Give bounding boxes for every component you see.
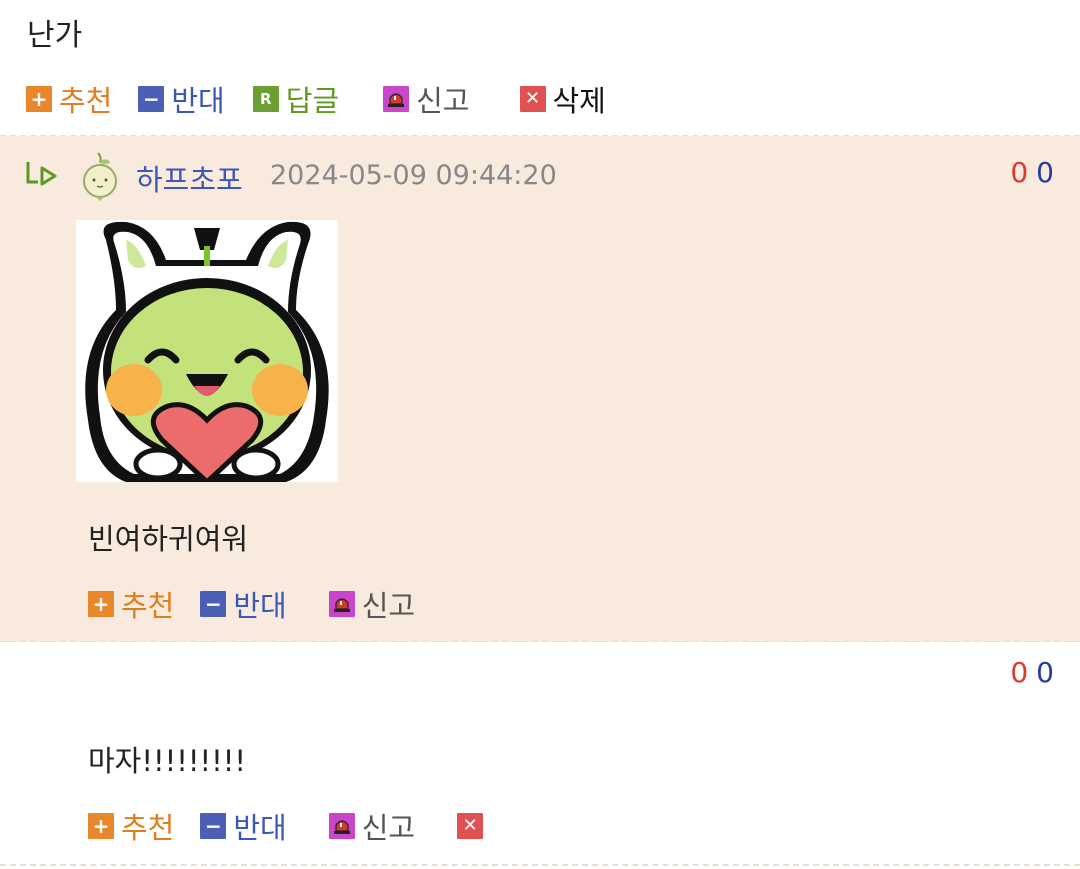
comment-text: 마자!!!!!!!!! xyxy=(88,744,246,778)
vote-up-count: 0 xyxy=(1010,656,1029,689)
reply-comment: 하프초포 2024-05-09 09:44:20 00 빈여하귀여워 + 추천 xyxy=(0,136,1080,642)
comment: 00 마자!!!!!!!!! + 추천 − 반대 신고 ✕ xyxy=(0,642,1080,869)
report-label: 신고 xyxy=(416,84,470,118)
oppose-label: 반대 xyxy=(233,589,287,623)
plus-icon: + xyxy=(88,591,114,617)
report-label: 신고 xyxy=(361,589,416,623)
oppose-button[interactable]: − 반대 xyxy=(200,583,287,625)
reply-button[interactable]: R 답글 xyxy=(252,78,340,120)
parent-comment-footer: 난가 + 추천 − 반대 R 답글 신고 ✕ 삭제 xyxy=(0,0,1080,136)
minus-icon: − xyxy=(200,591,227,617)
oppose-label: 반대 xyxy=(233,811,287,845)
siren-icon xyxy=(328,813,355,839)
username[interactable]: 하프초포 xyxy=(136,157,243,199)
recommend-button[interactable]: + 추천 xyxy=(26,78,112,120)
reply-arrow-icon xyxy=(26,162,57,186)
recommend-label: 추천 xyxy=(121,589,175,623)
report-button[interactable]: 신고 xyxy=(328,805,416,847)
comment-action-bar: + 추천 − 반대 신고 ✕ xyxy=(88,809,490,845)
vote-counts: 00 xyxy=(1010,656,1054,689)
report-button[interactable]: 신고 xyxy=(328,583,416,625)
recommend-button[interactable]: + 추천 xyxy=(88,805,174,847)
minus-icon: − xyxy=(138,86,165,112)
parent-action-bar: + 추천 − 반대 R 답글 신고 ✕ 삭제 xyxy=(26,82,606,118)
vote-up-count: 0 xyxy=(1010,156,1029,189)
reply-icon: R xyxy=(252,86,279,112)
avatar xyxy=(83,152,117,201)
comment-text: 빈여하귀여워 xyxy=(88,522,249,556)
plus-icon: + xyxy=(26,86,52,112)
close-icon: ✕ xyxy=(457,813,484,839)
sticker-image xyxy=(76,220,338,482)
separator xyxy=(0,864,1080,866)
close-icon: ✕ xyxy=(519,86,546,112)
reply-action-bar: + 추천 − 반대 신고 xyxy=(88,587,415,623)
report-button[interactable]: 신고 xyxy=(383,78,470,120)
comment-datetime: 2024-05-09 09:44:20 xyxy=(270,160,557,191)
parent-comment-text: 난가 xyxy=(27,18,83,53)
vote-counts: 00 xyxy=(1010,156,1054,189)
reply-label: 답글 xyxy=(285,84,340,118)
recommend-button[interactable]: + 추천 xyxy=(88,583,174,625)
oppose-button[interactable]: − 반대 xyxy=(138,78,225,120)
plus-icon: + xyxy=(88,813,114,839)
oppose-button[interactable]: − 반대 xyxy=(200,805,287,847)
delete-button[interactable]: ✕ xyxy=(457,813,490,839)
vote-down-count: 0 xyxy=(1036,156,1054,189)
vote-down-count: 0 xyxy=(1036,656,1054,689)
siren-icon xyxy=(328,591,355,617)
delete-button[interactable]: ✕ 삭제 xyxy=(519,78,606,120)
delete-label: 삭제 xyxy=(552,84,606,118)
oppose-label: 반대 xyxy=(171,84,225,118)
siren-icon xyxy=(383,86,410,112)
recommend-label: 추천 xyxy=(121,811,175,845)
recommend-label: 추천 xyxy=(59,84,113,118)
minus-icon: − xyxy=(200,813,227,839)
report-label: 신고 xyxy=(361,811,416,845)
